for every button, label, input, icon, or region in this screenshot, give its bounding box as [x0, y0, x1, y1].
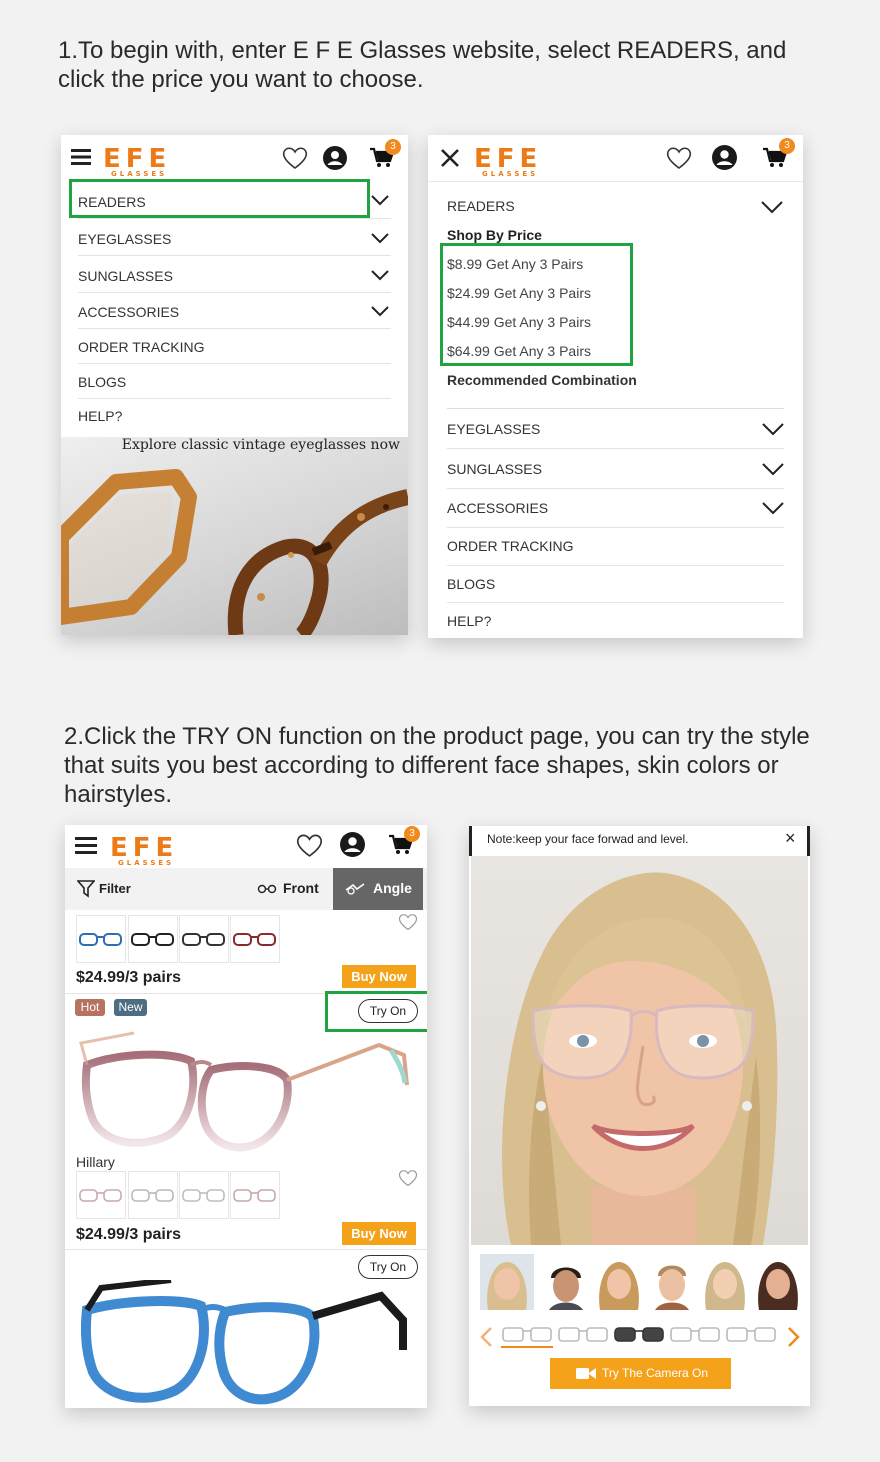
frame-option-2[interactable]	[557, 1324, 609, 1348]
face-model-5[interactable]	[700, 1254, 750, 1310]
glasses-icon	[257, 884, 277, 894]
menu-item-blogs[interactable]: BLOGS	[447, 566, 784, 603]
frame-option-5[interactable]	[725, 1324, 777, 1348]
filter-bar: Filter Front Angle	[65, 868, 427, 910]
color-swatch-dark[interactable]	[179, 915, 229, 963]
step-1-instructions: 1.To begin with, enter E F E Glasses web…	[58, 37, 787, 93]
chevron-down-icon	[371, 270, 389, 281]
video-camera-icon	[576, 1368, 596, 1379]
chevron-down-icon	[762, 423, 784, 436]
face-model-1[interactable]	[480, 1254, 534, 1310]
try-camera-button[interactable]: Try The Camera On	[550, 1358, 731, 1389]
color-swatch-rose[interactable]	[230, 1171, 280, 1219]
filter-button[interactable]: Filter	[76, 880, 131, 903]
close-icon[interactable]	[440, 148, 460, 173]
product-name[interactable]: Hillary	[76, 1154, 115, 1170]
front-view-button[interactable]: Front	[257, 880, 319, 899]
account-icon[interactable]	[712, 145, 737, 175]
menu-item-eyeglasses[interactable]: EYEGLASSES	[78, 220, 391, 256]
color-swatch-red[interactable]	[230, 915, 280, 963]
face-with-glasses-image	[502, 872, 778, 1245]
menu-item-blogs[interactable]: BLOGS	[78, 364, 391, 399]
try-on-button[interactable]: Try On	[358, 1255, 418, 1279]
blue-glasses-image[interactable]	[81, 1280, 411, 1408]
product-price: $24.99/3 pairs	[76, 1226, 181, 1243]
hot-badge: Hot	[75, 999, 105, 1016]
hillary-glasses-image[interactable]	[79, 1025, 411, 1160]
frame-option-4[interactable]	[669, 1324, 721, 1348]
menu-screenshot-2: EFE GLASSES 3 READERS Shop By Price $8.9…	[428, 135, 803, 638]
cart-count-badge: 3	[779, 138, 795, 154]
heart-icon[interactable]	[666, 146, 692, 175]
virtual-try-on-screenshot: Note:keep your face forwad and level. ×	[469, 826, 810, 1406]
efe-logo[interactable]: EFE GLASSES	[474, 146, 542, 178]
face-model-4[interactable]	[647, 1254, 697, 1310]
try-on-preview	[471, 856, 808, 1245]
face-model-2[interactable]	[541, 1254, 591, 1310]
menu-item-sunglasses[interactable]: SUNGLASSES	[447, 449, 784, 489]
chevron-right-icon[interactable]	[787, 1326, 801, 1348]
highlight-prices	[440, 243, 633, 366]
cart-count-badge: 3	[404, 826, 420, 842]
camera-note: Note:keep your face forwad and level.	[487, 832, 689, 846]
close-icon[interactable]: ×	[785, 828, 796, 849]
face-model-6[interactable]	[753, 1254, 803, 1310]
frame-option-1[interactable]	[501, 1324, 553, 1348]
menu-item-help[interactable]: HELP?	[78, 399, 391, 434]
menu-item-accessories[interactable]: ACCESSORIES	[447, 489, 784, 528]
menu-item-readers[interactable]: READERS	[447, 198, 515, 214]
shop-by-price-heading: Shop By Price	[447, 227, 542, 243]
glasses-angle-icon	[345, 883, 365, 895]
buy-now-button[interactable]: Buy Now	[342, 1222, 416, 1245]
account-icon[interactable]	[340, 832, 365, 862]
filter-icon	[76, 880, 96, 898]
chevron-down-icon	[762, 502, 784, 515]
angle-view-button[interactable]: Angle	[333, 868, 423, 910]
color-swatch-pink[interactable]	[76, 1171, 126, 1219]
chevron-down-icon	[371, 233, 389, 244]
recommended-combination[interactable]: Recommended Combination	[447, 372, 637, 388]
menu-screenshot-1: EFE GLASSES 3 READERS EYEGLASSES SUNGLAS…	[61, 135, 408, 635]
highlight-readers	[69, 179, 370, 218]
menu-item-sunglasses[interactable]: SUNGLASSES	[78, 257, 391, 293]
cart-count-badge: 3	[385, 139, 401, 155]
hamburger-icon[interactable]	[71, 149, 91, 170]
menu-item-order-tracking[interactable]: ORDER TRACKING	[78, 329, 391, 364]
product-price: $24.99/3 pairs	[76, 969, 181, 986]
menu-item-accessories[interactable]: ACCESSORIES	[78, 293, 391, 329]
vintage-banner[interactable]: Explore classic vintage eyeglasses now	[61, 437, 408, 635]
menu-item-eyeglasses[interactable]: EYEGLASSES	[447, 409, 784, 449]
vintage-glasses-image	[61, 469, 408, 635]
heart-icon[interactable]	[282, 146, 308, 175]
favorite-icon[interactable]	[398, 1169, 418, 1192]
buy-now-button[interactable]: Buy Now	[342, 965, 416, 988]
color-swatch-gray[interactable]	[128, 1171, 178, 1219]
heart-icon[interactable]	[296, 833, 323, 863]
chevron-down-icon	[762, 463, 784, 476]
chevron-down-icon	[371, 195, 389, 206]
color-swatch-black[interactable]	[128, 915, 178, 963]
account-icon[interactable]	[323, 146, 347, 175]
face-model-3[interactable]	[594, 1254, 644, 1310]
hamburger-icon[interactable]	[75, 837, 97, 859]
chevron-left-icon[interactable]	[479, 1326, 493, 1348]
efe-logo[interactable]: EFE GLASSES	[110, 835, 178, 867]
step-2-instructions: 2.Click the TRY ON function on the produ…	[64, 723, 810, 808]
menu-item-help[interactable]: HELP?	[447, 603, 784, 638]
color-swatch-clear[interactable]	[179, 1171, 229, 1219]
chevron-down-icon[interactable]	[761, 201, 783, 214]
new-badge: New	[114, 999, 147, 1016]
frame-option-3[interactable]	[613, 1324, 665, 1348]
efe-logo[interactable]: EFE GLASSES	[103, 146, 171, 178]
favorite-icon[interactable]	[398, 913, 418, 936]
color-swatch-blue[interactable]	[76, 915, 126, 963]
menu-item-order-tracking[interactable]: ORDER TRACKING	[447, 528, 784, 566]
product-list-screenshot: EFE GLASSES 3 Filter Front Angle $24.99/…	[65, 825, 427, 1408]
chevron-down-icon	[371, 306, 389, 317]
